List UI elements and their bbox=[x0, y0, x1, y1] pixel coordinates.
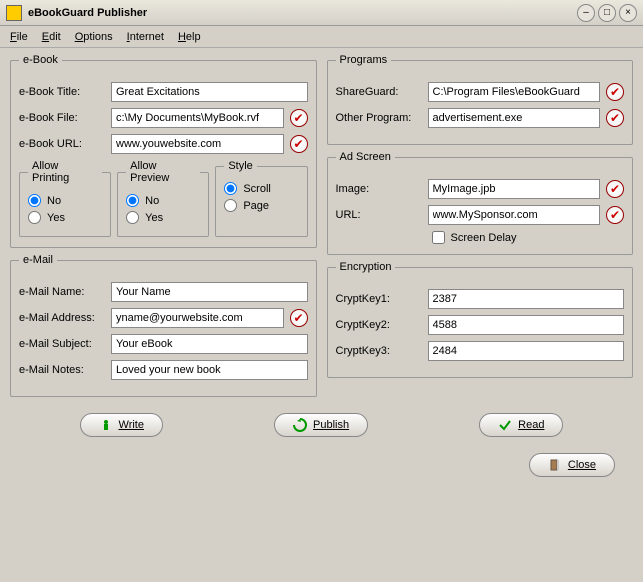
ebook-file-label: e-Book File: bbox=[19, 112, 111, 124]
email-address-input[interactable] bbox=[111, 308, 284, 328]
allow-printing-yes-radio[interactable] bbox=[28, 211, 41, 224]
email-subject-input[interactable] bbox=[111, 334, 308, 354]
menu-help[interactable]: Help bbox=[178, 31, 201, 43]
allow-preview-no-radio[interactable] bbox=[126, 194, 139, 207]
ebook-group: e-Book e-Book Title: e-Book File: ✔ e-Bo… bbox=[10, 54, 317, 248]
other-program-input[interactable] bbox=[428, 108, 601, 128]
screen-delay-label: Screen Delay bbox=[451, 232, 517, 244]
style-scroll-label: Scroll bbox=[243, 183, 271, 195]
screen-delay-checkbox[interactable] bbox=[432, 231, 445, 244]
allow-printing-no-label: No bbox=[47, 195, 61, 207]
style-group: Style Scroll Page bbox=[215, 160, 307, 237]
shareguard-check-icon[interactable]: ✔ bbox=[606, 83, 624, 101]
email-group: e-Mail e-Mail Name: e-Mail Address: ✔ e-… bbox=[10, 254, 317, 397]
ebook-title-label: e-Book Title: bbox=[19, 86, 111, 98]
check-icon bbox=[498, 418, 512, 432]
refresh-icon bbox=[293, 418, 307, 432]
action-buttons-row: Write Publish Read bbox=[0, 403, 643, 447]
menu-options[interactable]: Options bbox=[75, 31, 113, 43]
cryptkey3-label: CryptKey3: bbox=[336, 345, 428, 357]
cryptkey2-label: CryptKey2: bbox=[336, 319, 428, 331]
maximize-button[interactable]: □ bbox=[598, 4, 616, 22]
email-address-label: e-Mail Address: bbox=[19, 312, 111, 324]
ebook-url-input[interactable] bbox=[111, 134, 284, 154]
ad-image-label: Image: bbox=[336, 183, 428, 195]
programs-group: Programs ShareGuard: ✔ Other Program: ✔ bbox=[327, 54, 634, 145]
write-icon bbox=[99, 418, 113, 432]
email-notes-input[interactable] bbox=[111, 360, 308, 380]
allow-preview-yes-radio[interactable] bbox=[126, 211, 139, 224]
ad-url-input[interactable] bbox=[428, 205, 601, 225]
allow-preview-legend: Allow Preview bbox=[126, 160, 200, 184]
other-program-check-icon[interactable]: ✔ bbox=[606, 109, 624, 127]
shareguard-label: ShareGuard: bbox=[336, 86, 428, 98]
programs-legend: Programs bbox=[336, 54, 392, 66]
app-icon bbox=[6, 5, 22, 21]
style-legend: Style bbox=[224, 160, 256, 172]
read-button[interactable]: Read bbox=[479, 413, 563, 437]
read-button-label: Read bbox=[518, 419, 544, 431]
close-button[interactable]: Close bbox=[529, 453, 615, 477]
door-icon bbox=[548, 458, 562, 472]
ebook-file-input[interactable] bbox=[111, 108, 284, 128]
ebook-legend: e-Book bbox=[19, 54, 62, 66]
ebook-url-check-icon[interactable]: ✔ bbox=[290, 135, 308, 153]
email-name-label: e-Mail Name: bbox=[19, 286, 111, 298]
email-notes-label: e-Mail Notes: bbox=[19, 364, 111, 376]
menu-edit[interactable]: Edit bbox=[42, 31, 61, 43]
ad-url-label: URL: bbox=[336, 209, 428, 221]
window-title: eBookGuard Publisher bbox=[28, 7, 577, 19]
cryptkey1-input[interactable] bbox=[428, 289, 625, 309]
ad-screen-legend: Ad Screen bbox=[336, 151, 395, 163]
style-scroll-radio[interactable] bbox=[224, 182, 237, 195]
publish-button[interactable]: Publish bbox=[274, 413, 368, 437]
cryptkey1-label: CryptKey1: bbox=[336, 293, 428, 305]
menu-file[interactable]: File bbox=[10, 31, 28, 43]
cryptkey2-input[interactable] bbox=[428, 315, 625, 335]
encryption-group: Encryption CryptKey1: CryptKey2: CryptKe… bbox=[327, 261, 634, 378]
ad-image-input[interactable] bbox=[428, 179, 601, 199]
ad-url-check-icon[interactable]: ✔ bbox=[606, 206, 624, 224]
close-window-button[interactable]: × bbox=[619, 4, 637, 22]
style-page-label: Page bbox=[243, 200, 269, 212]
publish-button-label: Publish bbox=[313, 419, 349, 431]
allow-printing-legend: Allow Printing bbox=[28, 160, 102, 184]
cryptkey3-input[interactable] bbox=[428, 341, 625, 361]
write-button[interactable]: Write bbox=[80, 413, 163, 437]
allow-preview-yes-label: Yes bbox=[145, 212, 163, 224]
close-button-label: Close bbox=[568, 459, 596, 471]
menu-internet[interactable]: Internet bbox=[127, 31, 164, 43]
allow-preview-no-label: No bbox=[145, 195, 159, 207]
ad-screen-group: Ad Screen Image: ✔ URL: ✔ Screen Delay bbox=[327, 151, 634, 255]
shareguard-input[interactable] bbox=[428, 82, 601, 102]
ebook-url-label: e-Book URL: bbox=[19, 138, 111, 150]
style-page-radio[interactable] bbox=[224, 199, 237, 212]
allow-printing-no-radio[interactable] bbox=[28, 194, 41, 207]
allow-preview-group: Allow Preview No Yes bbox=[117, 160, 209, 237]
email-name-input[interactable] bbox=[111, 282, 308, 302]
menubar: File Edit Options Internet Help bbox=[0, 26, 643, 48]
email-legend: e-Mail bbox=[19, 254, 57, 266]
titlebar: eBookGuard Publisher – □ × bbox=[0, 0, 643, 26]
minimize-button[interactable]: – bbox=[577, 4, 595, 22]
allow-printing-yes-label: Yes bbox=[47, 212, 65, 224]
allow-printing-group: Allow Printing No Yes bbox=[19, 160, 111, 237]
email-address-check-icon[interactable]: ✔ bbox=[290, 309, 308, 327]
ad-image-check-icon[interactable]: ✔ bbox=[606, 180, 624, 198]
ebook-file-check-icon[interactable]: ✔ bbox=[290, 109, 308, 127]
email-subject-label: e-Mail Subject: bbox=[19, 338, 111, 350]
other-program-label: Other Program: bbox=[336, 112, 428, 124]
write-button-label: Write bbox=[119, 419, 144, 431]
encryption-legend: Encryption bbox=[336, 261, 396, 273]
ebook-title-input[interactable] bbox=[111, 82, 308, 102]
